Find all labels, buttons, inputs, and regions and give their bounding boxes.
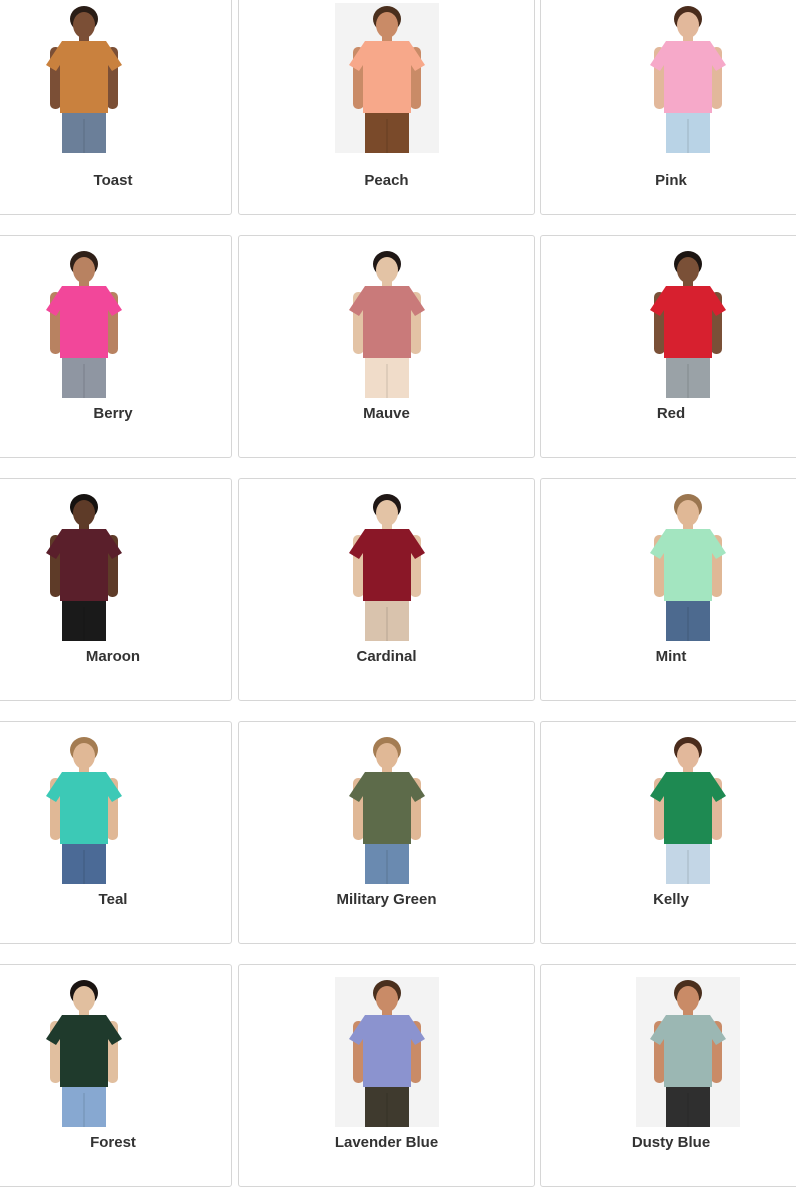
color-name-label: Pink: [655, 172, 687, 189]
color-name-label: Teal: [98, 891, 128, 908]
model-photo: [334, 491, 439, 641]
color-swatch-card[interactable]: Red: [540, 235, 796, 458]
color-swatch-card[interactable]: Dusty Blue: [540, 964, 796, 1187]
color-swatch-card[interactable]: Kelly: [540, 721, 796, 944]
color-name-label: Mauve: [363, 405, 410, 422]
model-photo: [32, 248, 136, 398]
color-name-label: Toast: [93, 172, 133, 189]
color-swatch-card[interactable]: Cardinal: [238, 478, 535, 701]
model-photo: [334, 734, 439, 884]
model-photo: [334, 977, 439, 1127]
color-name-label: Military Green: [336, 891, 437, 908]
color-name-label: Red: [656, 405, 686, 422]
model-photo: [334, 248, 439, 398]
color-name-label: Kelly: [653, 891, 689, 908]
color-name-label: Cardinal: [356, 648, 417, 665]
color-name-label: Dusty Blue: [631, 1134, 711, 1151]
model-photo: [636, 491, 740, 641]
model-photo: [636, 248, 740, 398]
model-photo: [334, 3, 439, 153]
color-swatch-card[interactable]: Teal: [0, 721, 232, 944]
model-photo: [636, 3, 740, 153]
model-photo: [32, 3, 136, 153]
color-swatch-card[interactable]: Toast: [0, 0, 232, 215]
model-photo: [636, 734, 740, 884]
color-name-label: Forest: [90, 1134, 136, 1151]
color-name-label: Berry: [93, 405, 133, 422]
color-swatch-card[interactable]: Forest: [0, 964, 232, 1187]
color-swatch-card[interactable]: Mauve: [238, 235, 535, 458]
color-swatch-card[interactable]: Mint: [540, 478, 796, 701]
model-photo: [636, 977, 740, 1127]
color-swatch-card[interactable]: Peach: [238, 0, 535, 215]
model-photo: [32, 734, 136, 884]
color-name-label: Mint: [655, 648, 687, 665]
color-swatch-card[interactable]: Berry: [0, 235, 232, 458]
color-name-label: Lavender Blue: [334, 1134, 439, 1151]
color-swatch-card[interactable]: Military Green: [238, 721, 535, 944]
model-photo: [32, 491, 136, 641]
color-swatch-card[interactable]: Pink: [540, 0, 796, 215]
color-name-label: Maroon: [85, 648, 141, 665]
model-photo: [32, 977, 136, 1127]
color-swatch-card[interactable]: Maroon: [0, 478, 232, 701]
color-swatch-card[interactable]: Lavender Blue: [238, 964, 535, 1187]
color-name-label: Peach: [364, 172, 409, 189]
